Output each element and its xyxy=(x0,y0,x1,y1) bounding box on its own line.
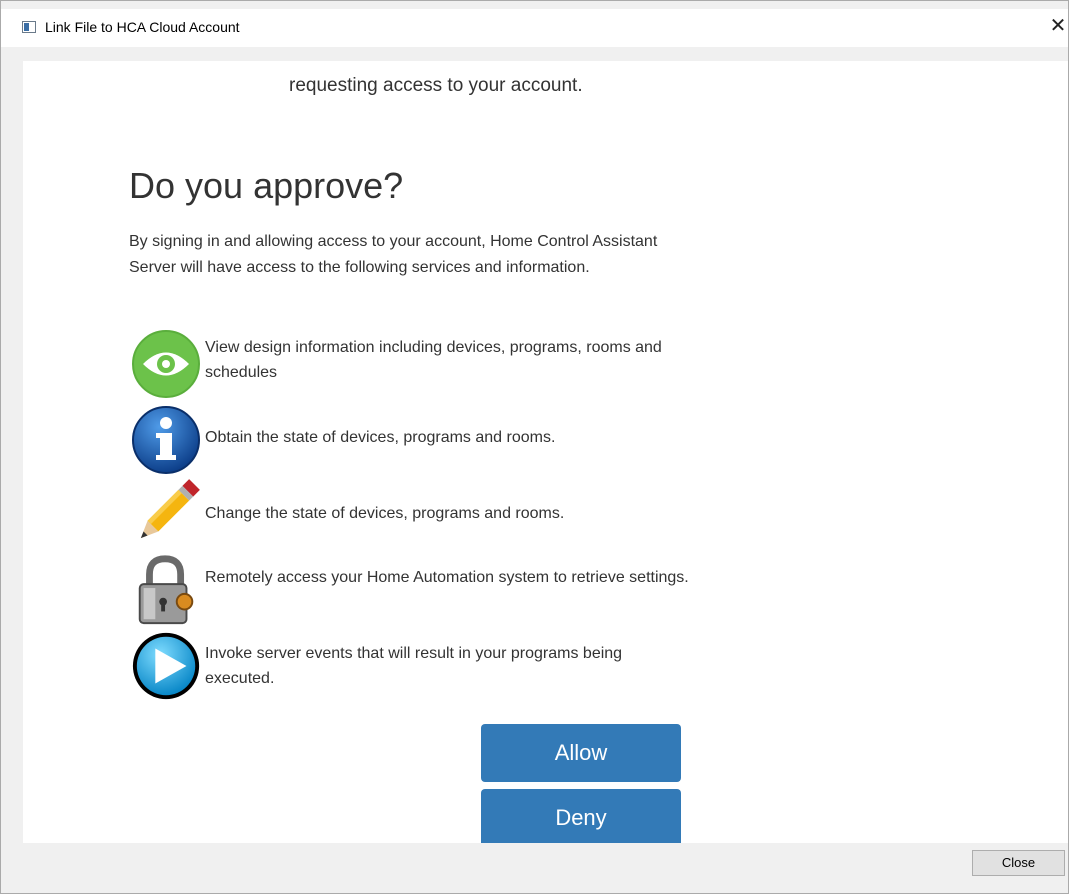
title-bar: Link File to HCA Cloud Account ✕ xyxy=(1,9,1068,47)
dialog-window: Link File to HCA Cloud Account ✕ request… xyxy=(0,0,1069,894)
page-title: Do you approve? xyxy=(129,165,404,206)
close-button[interactable]: Close xyxy=(972,850,1065,876)
padlock-icon xyxy=(138,555,194,625)
permission-item: Remotely access your Home Automation sys… xyxy=(129,553,689,627)
permission-item: Obtain the state of devices, programs an… xyxy=(129,403,689,477)
permission-text: Change the state of devices, programs an… xyxy=(205,505,565,522)
description-text: By signing in and allowing access to you… xyxy=(129,233,658,276)
permission-item: Invoke server events that will result in… xyxy=(129,629,689,703)
app-window-icon xyxy=(22,21,36,33)
window-title: Link File to HCA Cloud Account xyxy=(45,19,240,35)
window-close-button[interactable]: ✕ xyxy=(1048,13,1068,39)
permission-text: View design information including device… xyxy=(205,339,662,381)
browser-content: requesting access to your account. Do yo… xyxy=(23,61,1068,843)
intro-text: requesting access to your account. xyxy=(289,75,583,96)
permission-text: Invoke server events that will result in… xyxy=(205,645,623,687)
permission-text: Obtain the state of devices, programs an… xyxy=(205,429,556,446)
allow-button[interactable]: Allow xyxy=(481,724,681,782)
permission-item: View design information including device… xyxy=(129,327,689,401)
permission-item: Change the state of devices, programs an… xyxy=(129,475,689,549)
play-icon xyxy=(132,632,200,700)
info-icon xyxy=(132,406,200,474)
deny-button[interactable]: Deny xyxy=(481,789,681,843)
pencil-icon xyxy=(140,479,200,539)
eye-icon xyxy=(132,330,200,398)
permission-text: Remotely access your Home Automation sys… xyxy=(205,569,689,586)
